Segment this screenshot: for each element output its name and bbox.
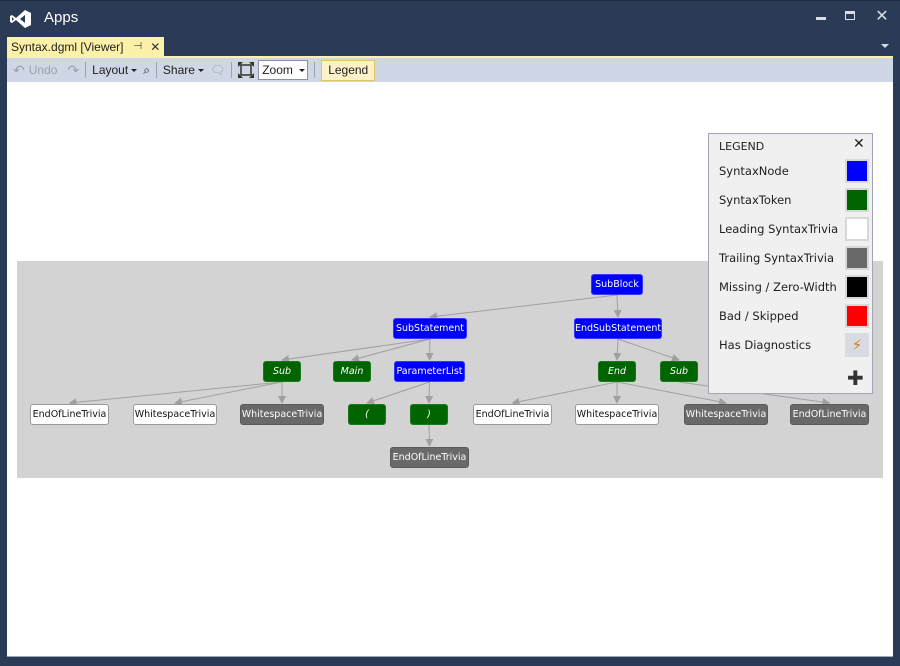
toolbar-separator (314, 62, 316, 78)
legend-item-bad-skipped[interactable]: Bad / Skipped (719, 303, 869, 329)
minimize-button[interactable] (808, 5, 836, 27)
maximize-button[interactable] (836, 5, 864, 27)
app-title: Apps (44, 9, 79, 26)
graph-node-ws2[interactable]: WhitespaceTrivia (240, 404, 324, 425)
undo-label: Undo (28, 63, 58, 77)
add-legend-item-icon[interactable]: ✚ (847, 366, 864, 390)
share-label: Share (162, 63, 195, 77)
legend-swatch (845, 159, 869, 183)
zoom-select[interactable]: Zoom (258, 60, 309, 80)
zoom-to-fit-icon (238, 62, 255, 78)
find-button[interactable]: ⌕ (143, 60, 150, 80)
legend-item-trailing-trivia[interactable]: Trailing SyntaxTrivia (719, 245, 869, 271)
toolbar-separator (155, 62, 157, 78)
graph-node-eol2[interactable]: EndOfLineTrivia (390, 447, 469, 468)
legend-item-leading-trivia[interactable]: Leading SyntaxTrivia (719, 216, 869, 242)
redo-icon: ↷ (67, 61, 80, 78)
graph-node-ws1[interactable]: WhitespaceTrivia (133, 404, 217, 425)
graph-node-substatement[interactable]: SubStatement (393, 318, 467, 339)
graph-node-rparen[interactable]: ) (410, 404, 448, 425)
share-dropdown[interactable]: Share (163, 60, 204, 80)
graph-node-ws3[interactable]: WhitespaceTrivia (575, 404, 659, 425)
undo-icon: ↶ (13, 61, 25, 78)
zoom-to-fit-button[interactable] (238, 60, 255, 80)
layout-dropdown[interactable]: Layout (92, 60, 138, 80)
graph-canvas[interactable]: SubBlock SubStatement EndSubStatement Sub Ma… (7, 82, 893, 657)
comment-button[interactable]: 🗨 (210, 60, 225, 80)
legend-item-syntaxnode[interactable]: SyntaxNode (719, 158, 869, 184)
chevron-down-icon (131, 69, 138, 72)
graph-node-sub1[interactable]: Sub (263, 361, 301, 382)
chevron-down-icon (197, 69, 204, 72)
legend-swatch (845, 188, 869, 212)
legend-item-label: Has Diagnostics (719, 338, 812, 352)
close-icon: ✕ (875, 6, 889, 25)
graph-node-sub2[interactable]: Sub (660, 361, 698, 382)
legend-item-label: SyntaxToken (719, 193, 792, 207)
legend-close-icon[interactable]: ✕ (853, 136, 865, 152)
tab-syntax-dgml[interactable]: Syntax.dgml [Viewer] ⊣ ✕ (7, 37, 165, 56)
toolbar-separator (231, 62, 233, 78)
legend-item-syntaxtoken[interactable]: SyntaxToken (719, 187, 869, 213)
tab-label: Syntax.dgml [Viewer] (11, 39, 124, 54)
legend-item-missing[interactable]: Missing / Zero-Width (719, 274, 869, 300)
legend-swatch (845, 304, 869, 328)
minimize-icon (816, 17, 826, 20)
graph-node-eol3[interactable]: EndOfLineTrivia (473, 404, 552, 425)
layout-label: Layout (92, 63, 129, 77)
tab-overflow-dropdown-icon[interactable] (881, 44, 889, 48)
legend-swatch (845, 246, 869, 270)
graph-node-main[interactable]: Main (333, 361, 371, 382)
legend-item-label: Missing / Zero-Width (719, 280, 837, 294)
comment-icon: 🗨 (209, 63, 226, 77)
lightning-icon: ⚡ (845, 333, 869, 357)
graph-node-end[interactable]: End (598, 361, 636, 382)
legend-item-label: Trailing SyntaxTrivia (719, 251, 834, 265)
toolbar-separator (85, 62, 87, 78)
graph-node-eol4[interactable]: EndOfLineTrivia (790, 404, 869, 425)
graph-node-lparen[interactable]: ( (348, 404, 386, 425)
title-bar: Apps ✕ (0, 0, 900, 36)
undo-button[interactable]: ↶ Undo (13, 60, 57, 80)
close-window-button[interactable]: ✕ (868, 5, 896, 27)
find-icon: ⌕ (143, 62, 150, 77)
graph-node-endsubstatement[interactable]: EndSubStatement (574, 318, 662, 339)
legend-item-label: SyntaxNode (719, 164, 789, 178)
graph-node-subblock[interactable]: SubBlock (591, 274, 643, 295)
legend-button-label: Legend (328, 63, 369, 77)
tab-close-icon[interactable]: ✕ (150, 40, 160, 54)
visual-studio-logo-icon (10, 10, 31, 28)
graph-node-eol1[interactable]: EndOfLineTrivia (30, 404, 109, 425)
legend-swatch (845, 275, 869, 299)
legend-item-label: Bad / Skipped (719, 309, 799, 323)
legend-item-has-diagnostics[interactable]: Has Diagnostics ⚡ (719, 332, 869, 358)
chevron-down-icon (298, 69, 305, 72)
toolbar: ↶ Undo ↷ Layout ⌕ Share 🗨 Zoom Legend (7, 58, 893, 82)
pin-icon[interactable]: ⊣ (134, 41, 143, 52)
zoom-value: Zoom (262, 63, 293, 77)
legend-item-label: Leading SyntaxTrivia (719, 222, 839, 236)
legend-title: LEGEND (719, 140, 765, 153)
legend-toggle-button[interactable]: Legend (321, 59, 376, 81)
redo-button[interactable]: ↷ (67, 60, 79, 80)
legend-panel: LEGEND ✕ SyntaxNode SyntaxToken Leading … (708, 133, 873, 394)
maximize-icon (845, 11, 855, 20)
graph-node-paramlist[interactable]: ParameterList (394, 361, 465, 382)
legend-swatch (845, 217, 869, 241)
graph-node-ws4[interactable]: WhitespaceTrivia (684, 404, 768, 425)
